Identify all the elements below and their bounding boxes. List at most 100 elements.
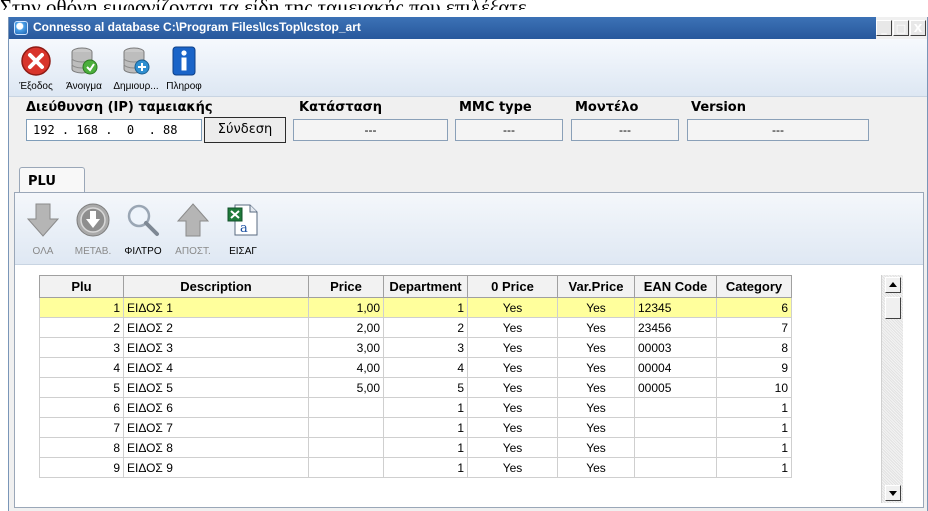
table-row[interactable]: 3 ΕΙΔΟΣ 3 3,00 3 Yes Yes 00003 8 xyxy=(39,337,792,358)
connect-button[interactable]: Σύνδεση xyxy=(204,117,286,143)
cell-price[interactable] xyxy=(308,437,384,458)
cell-ean-code[interactable]: 00005 xyxy=(634,377,717,398)
open-button[interactable]: Άνοιγμα xyxy=(59,42,109,94)
cell-plu[interactable]: 3 xyxy=(39,337,124,358)
cell-var-price[interactable]: Yes xyxy=(557,457,635,478)
scroll-up-button[interactable] xyxy=(885,277,901,293)
cell-department[interactable]: 2 xyxy=(383,317,468,338)
cell-price[interactable] xyxy=(308,397,384,418)
column-header-description[interactable]: Description xyxy=(123,275,309,298)
tab-plu[interactable]: PLU xyxy=(19,167,85,193)
cell-description[interactable]: ΕΙΔΟΣ 5 xyxy=(123,377,309,398)
cell-ean-code[interactable]: 12345 xyxy=(634,297,717,318)
cell-category[interactable]: 9 xyxy=(716,357,792,378)
cell-price[interactable] xyxy=(308,457,384,478)
create-button[interactable]: Δημιουρ... xyxy=(111,42,161,94)
cell-price[interactable]: 2,00 xyxy=(308,317,384,338)
cell-plu[interactable]: 4 xyxy=(39,357,124,378)
minimize-button[interactable]: _ xyxy=(876,20,892,36)
cell-var-price[interactable]: Yes xyxy=(557,417,635,438)
column-header-price[interactable]: Price xyxy=(308,275,384,298)
table-row[interactable]: 1 ΕΙΔΟΣ 1 1,00 1 Yes Yes 12345 6 xyxy=(39,297,792,318)
cell-department[interactable]: 1 xyxy=(383,457,468,478)
cell-department[interactable]: 1 xyxy=(383,417,468,438)
cell-ean-code[interactable]: 00004 xyxy=(634,357,717,378)
cell-ean-code[interactable] xyxy=(634,417,717,438)
cell-price[interactable]: 5,00 xyxy=(308,377,384,398)
transfer-button[interactable]: ΜΕΤΑΒ. xyxy=(69,198,117,260)
import-button[interactable]: a ΕΙΣΑΓ xyxy=(219,198,267,260)
column-header-zero-price[interactable]: 0 Price xyxy=(467,275,558,298)
grid-vertical-scrollbar[interactable] xyxy=(881,275,903,503)
cell-zero-price[interactable]: Yes xyxy=(467,437,558,458)
cell-var-price[interactable]: Yes xyxy=(557,437,635,458)
cell-description[interactable]: ΕΙΔΟΣ 8 xyxy=(123,437,309,458)
cell-plu[interactable]: 5 xyxy=(39,377,124,398)
cell-zero-price[interactable]: Yes xyxy=(467,337,558,358)
cell-price[interactable]: 4,00 xyxy=(308,357,384,378)
cell-var-price[interactable]: Yes xyxy=(557,357,635,378)
ip-address-input[interactable]: 192 . 168 . 0 . 88 xyxy=(26,119,202,141)
table-row[interactable]: 8 ΕΙΔΟΣ 8 1 Yes Yes 1 xyxy=(39,437,792,458)
close-button[interactable]: X xyxy=(910,20,926,36)
info-button[interactable]: Πληροφ xyxy=(159,42,209,94)
cell-ean-code[interactable] xyxy=(634,397,717,418)
cell-plu[interactable]: 9 xyxy=(39,457,124,478)
cell-plu[interactable]: 8 xyxy=(39,437,124,458)
cell-description[interactable]: ΕΙΔΟΣ 7 xyxy=(123,417,309,438)
cell-category[interactable]: 1 xyxy=(716,457,792,478)
column-header-category[interactable]: Category xyxy=(716,275,792,298)
cell-plu[interactable]: 2 xyxy=(39,317,124,338)
cell-department[interactable]: 1 xyxy=(383,397,468,418)
cell-zero-price[interactable]: Yes xyxy=(467,297,558,318)
cell-description[interactable]: ΕΙΔΟΣ 2 xyxy=(123,317,309,338)
cell-ean-code[interactable] xyxy=(634,457,717,478)
cell-department[interactable]: 5 xyxy=(383,377,468,398)
cell-ean-code[interactable]: 23456 xyxy=(634,317,717,338)
cell-price[interactable]: 3,00 xyxy=(308,337,384,358)
column-header-var-price[interactable]: Var.Price xyxy=(557,275,635,298)
cell-zero-price[interactable]: Yes xyxy=(467,317,558,338)
cell-category[interactable]: 1 xyxy=(716,437,792,458)
send-button[interactable]: ΑΠΟΣΤ. xyxy=(169,198,217,260)
cell-var-price[interactable]: Yes xyxy=(557,377,635,398)
table-row[interactable]: 6 ΕΙΔΟΣ 6 1 Yes Yes 1 xyxy=(39,397,792,418)
cell-var-price[interactable]: Yes xyxy=(557,297,635,318)
cell-description[interactable]: ΕΙΔΟΣ 3 xyxy=(123,337,309,358)
table-row[interactable]: 5 ΕΙΔΟΣ 5 5,00 5 Yes Yes 00005 10 xyxy=(39,377,792,398)
cell-price[interactable] xyxy=(308,417,384,438)
cell-description[interactable]: ΕΙΔΟΣ 6 xyxy=(123,397,309,418)
cell-zero-price[interactable]: Yes xyxy=(467,377,558,398)
maximize-button[interactable]: □ xyxy=(893,20,909,36)
cell-plu[interactable]: 7 xyxy=(39,417,124,438)
cell-department[interactable]: 1 xyxy=(383,297,468,318)
cell-zero-price[interactable]: Yes xyxy=(467,357,558,378)
cell-var-price[interactable]: Yes xyxy=(557,317,635,338)
cell-description[interactable]: ΕΙΔΟΣ 1 xyxy=(123,297,309,318)
cell-category[interactable]: 1 xyxy=(716,397,792,418)
cell-var-price[interactable]: Yes xyxy=(557,397,635,418)
column-header-plu[interactable]: Plu xyxy=(39,275,124,298)
cell-zero-price[interactable]: Yes xyxy=(467,457,558,478)
filter-button[interactable]: ΦΙΛΤΡΟ xyxy=(119,198,167,260)
column-header-ean-code[interactable]: EAN Code xyxy=(634,275,717,298)
scroll-down-button[interactable] xyxy=(885,485,901,501)
cell-description[interactable]: ΕΙΔΟΣ 4 xyxy=(123,357,309,378)
cell-category[interactable]: 6 xyxy=(716,297,792,318)
cell-category[interactable]: 8 xyxy=(716,337,792,358)
cell-ean-code[interactable]: 00003 xyxy=(634,337,717,358)
cell-ean-code[interactable] xyxy=(634,437,717,458)
table-row[interactable]: 7 ΕΙΔΟΣ 7 1 Yes Yes 1 xyxy=(39,417,792,438)
cell-var-price[interactable]: Yes xyxy=(557,337,635,358)
cell-department[interactable]: 3 xyxy=(383,337,468,358)
table-row[interactable]: 9 ΕΙΔΟΣ 9 1 Yes Yes 1 xyxy=(39,457,792,478)
cell-price[interactable]: 1,00 xyxy=(308,297,384,318)
cell-zero-price[interactable]: Yes xyxy=(467,397,558,418)
scroll-thumb[interactable] xyxy=(885,297,901,319)
cell-plu[interactable]: 1 xyxy=(39,297,124,318)
title-bar[interactable]: Connesso al database C:\Program Files\Ic… xyxy=(9,17,927,39)
cell-plu[interactable]: 6 xyxy=(39,397,124,418)
table-row[interactable]: 4 ΕΙΔΟΣ 4 4,00 4 Yes Yes 00004 9 xyxy=(39,357,792,378)
cell-description[interactable]: ΕΙΔΟΣ 9 xyxy=(123,457,309,478)
cell-department[interactable]: 1 xyxy=(383,437,468,458)
